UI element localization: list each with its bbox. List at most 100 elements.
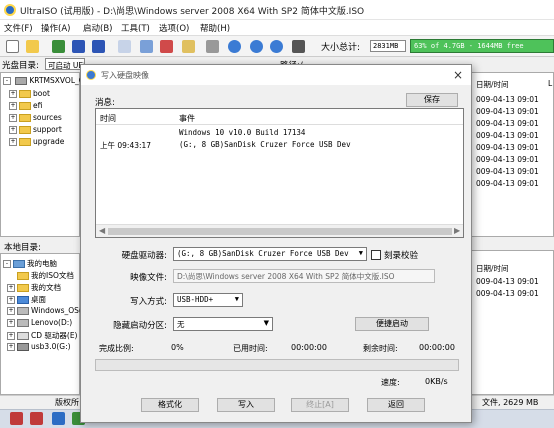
horizontal-scrollbar[interactable]: ◀ ▶	[96, 224, 463, 237]
date-cell: 009-04-13 09:01	[476, 119, 539, 128]
tree-item[interactable]: 我的ISO文档	[15, 270, 74, 282]
expand-icon[interactable]: +	[9, 126, 17, 134]
tree-item-label: CD 驱动器(E)	[31, 331, 78, 340]
exit-icon[interactable]	[292, 40, 305, 53]
boot-type-field[interactable]: 可启动 UEI	[45, 58, 85, 70]
chevron-down-icon: ▼	[234, 295, 239, 303]
file-list-top[interactable]: 日期/时间 L 009-04-13 09:01 009-04-13 09:01 …	[471, 72, 554, 237]
write-button[interactable]: 写入	[217, 398, 275, 412]
new-folder-icon[interactable]	[182, 40, 195, 53]
format-button[interactable]: 格式化	[141, 398, 199, 412]
tree-item-label: Lenovo(D:)	[31, 318, 73, 327]
capacity-bar: 63% of 4.7GB - 1644MB free	[410, 39, 554, 53]
tree-item[interactable]: + 桌面	[7, 294, 46, 306]
tree-folder-label: efi	[33, 101, 43, 110]
save-icon[interactable]	[72, 40, 85, 53]
scroll-right-icon[interactable]: ▶	[454, 226, 460, 235]
drive-select[interactable]: (G:, 8 GB)SanDisk Cruzer Force USB Dev ▼	[173, 247, 367, 261]
tree-folder[interactable]: + sources	[9, 113, 62, 125]
image-file-field[interactable]: D:\尚思\Windows server 2008 X64 With SP2 简…	[173, 269, 435, 283]
folder-icon	[19, 114, 31, 122]
tree-folder[interactable]: + upgrade	[9, 137, 64, 149]
speed-label: 速度:	[381, 378, 400, 387]
column-header-date[interactable]: 日期/时间	[476, 263, 509, 274]
menu-tools[interactable]: 工具(T)	[121, 22, 150, 34]
tree-item-label: 桌面	[31, 295, 46, 304]
back-button[interactable]: 返回	[367, 398, 425, 412]
message-log[interactable]: 时间 事件 Windows 10 v10.0 Build 17134 上午 09…	[95, 108, 464, 238]
mount-icon[interactable]	[228, 40, 241, 53]
column-header-date[interactable]: 日期/时间	[476, 79, 509, 90]
winrar-icon[interactable]	[30, 412, 43, 425]
message-label: 消息:	[95, 98, 115, 108]
column-header-extra[interactable]: L	[548, 79, 552, 88]
save-button[interactable]: 保存	[406, 93, 458, 107]
expand-icon[interactable]: +	[7, 284, 15, 292]
delete-icon[interactable]	[160, 40, 173, 53]
menubar: 文件(F) 操作(A) 启动(B) 工具(T) 选项(O) 帮助(H)	[0, 20, 554, 35]
column-header-event: 事件	[179, 114, 195, 123]
new-file-icon[interactable]	[6, 40, 19, 53]
quick-boot-button[interactable]: 便捷启动	[355, 317, 429, 331]
date-cell: 009-04-13 09:01	[476, 277, 539, 286]
tree-folder[interactable]: + efi	[9, 101, 42, 113]
info-icon[interactable]	[250, 40, 263, 53]
tree-computer[interactable]: - 我的电脑	[3, 258, 57, 270]
local-tree[interactable]: - 我的电脑 我的ISO文档 + 我的文档 + 桌面 + Windows_OS( + Le…	[0, 253, 82, 395]
expand-icon[interactable]: +	[9, 90, 17, 98]
close-icon[interactable]: ×	[453, 68, 463, 82]
winrar-icon[interactable]	[10, 412, 23, 425]
tree-folder[interactable]: + boot	[9, 89, 50, 101]
folder-icon	[19, 126, 31, 134]
collapse-icon[interactable]: -	[3, 77, 11, 85]
expand-icon[interactable]: +	[7, 319, 15, 327]
tree-item[interactable]: + usb3.0(G:)	[7, 342, 71, 354]
verify-label: 刻录校验	[384, 251, 419, 261]
write-method-select[interactable]: USB-HDD+ ▼	[173, 293, 243, 307]
app-icon[interactable]	[52, 412, 65, 425]
stop-button[interactable]: 终止[A]	[291, 398, 349, 412]
tree-item[interactable]: + Lenovo(D:)	[7, 318, 72, 330]
write-progress-bar	[95, 359, 459, 371]
menu-help[interactable]: 帮助(H)	[200, 22, 230, 34]
copyright-text: 版权所	[55, 398, 79, 407]
done-value: 0%	[171, 343, 184, 352]
size-total-label: 大小总计:	[321, 43, 361, 53]
expand-icon[interactable]: +	[7, 296, 15, 304]
tree-item[interactable]: + 我的文档	[7, 282, 61, 294]
menu-actions[interactable]: 操作(A)	[41, 22, 70, 34]
log-event: Windows 10 v10.0 Build 17134	[179, 128, 306, 137]
chevron-down-icon: ▼	[263, 319, 269, 327]
expand-icon[interactable]: +	[7, 307, 15, 315]
scroll-left-icon[interactable]: ◀	[99, 226, 105, 235]
tree-item[interactable]: + Windows_OS(	[7, 306, 82, 318]
save-as-icon[interactable]	[92, 40, 105, 53]
hidden-partition-select[interactable]: 无 ▼	[173, 317, 273, 331]
cd-tree[interactable]: - KRTMSXVOL_CN_D + boot + efi + sources + su…	[0, 72, 99, 237]
tree-item[interactable]: + CD 驱动器(E)	[7, 330, 78, 342]
write-method-value: USB-HDD+	[177, 295, 214, 304]
help-icon[interactable]	[270, 40, 283, 53]
status-file-info: 文件, 2629 MB	[482, 398, 539, 407]
add-files-icon[interactable]	[140, 40, 153, 53]
extract-icon[interactable]	[118, 40, 131, 53]
cd-drive-icon	[17, 332, 29, 340]
expand-icon[interactable]: +	[7, 343, 15, 351]
open-folder-icon[interactable]	[26, 40, 39, 53]
file-list-bottom[interactable]: 日期/时间 009-04-13 09:01 009-04-13 09:01	[471, 250, 554, 395]
open-cd-icon[interactable]	[52, 40, 65, 53]
menu-bootable[interactable]: 启动(B)	[83, 22, 112, 34]
expand-icon[interactable]: +	[9, 138, 17, 146]
date-cell: 009-04-13 09:01	[476, 179, 539, 188]
verify-checkbox[interactable]	[371, 250, 381, 260]
tree-folder[interactable]: + support	[9, 125, 62, 137]
expand-icon[interactable]: +	[9, 102, 17, 110]
burn-icon[interactable]	[206, 40, 219, 53]
expand-icon[interactable]: +	[9, 114, 17, 122]
menu-file[interactable]: 文件(F)	[4, 22, 33, 34]
expand-icon[interactable]: +	[7, 332, 15, 340]
collapse-icon[interactable]: -	[3, 260, 11, 268]
menu-options[interactable]: 选项(O)	[159, 22, 189, 34]
scrollbar-thumb[interactable]	[108, 228, 452, 235]
date-cell: 009-04-13 09:01	[476, 143, 539, 152]
